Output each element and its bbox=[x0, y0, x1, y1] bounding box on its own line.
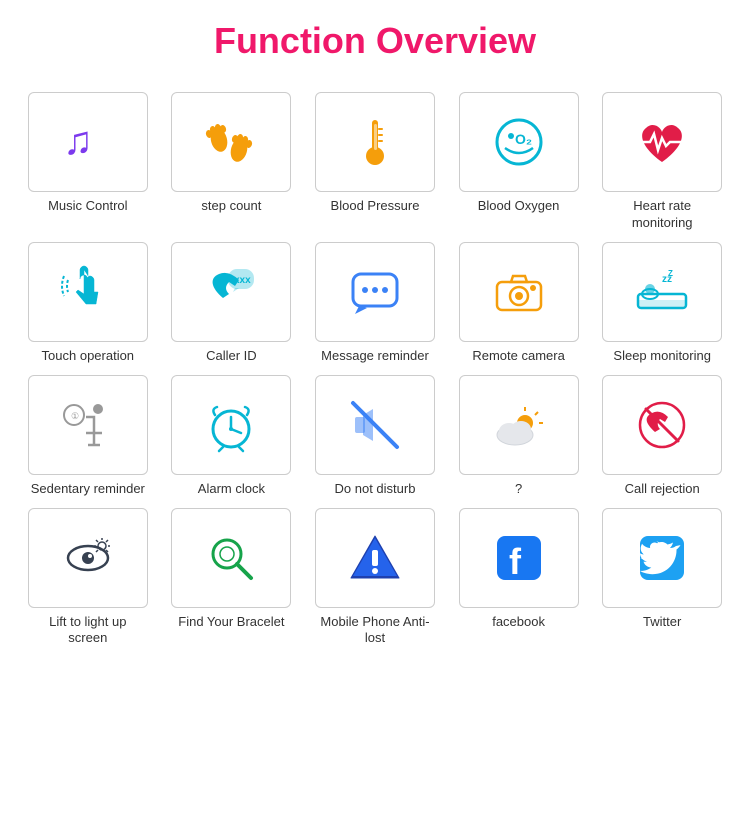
facebook-icon: f bbox=[489, 528, 549, 588]
icon-box-sleep-monitoring: zz Z bbox=[602, 242, 722, 342]
label-find-bracelet: Find Your Bracelet bbox=[178, 614, 284, 631]
icon-box-anti-lost bbox=[315, 508, 435, 608]
svg-text:Z: Z bbox=[668, 269, 673, 278]
cell-twitter: Twitter bbox=[594, 508, 730, 648]
cell-sedentary-reminder: ① Sedentary reminder bbox=[20, 375, 156, 498]
cell-weather: ? bbox=[451, 375, 587, 498]
cell-call-rejection: Call rejection bbox=[594, 375, 730, 498]
function-grid: ♫ Music Control step count bbox=[10, 92, 740, 647]
icon-box-twitter bbox=[602, 508, 722, 608]
label-blood-oxygen: Blood Oxygen bbox=[478, 198, 560, 215]
svg-text:♫: ♫ bbox=[63, 119, 93, 163]
label-call-rejection: Call rejection bbox=[625, 481, 700, 498]
cell-facebook: f facebook bbox=[451, 508, 587, 648]
label-twitter: Twitter bbox=[643, 614, 681, 631]
caller-id-icon: xxx bbox=[201, 262, 261, 322]
label-sleep-monitoring: Sleep monitoring bbox=[613, 348, 711, 365]
label-caller-id: Caller ID bbox=[206, 348, 257, 365]
cell-do-not-disturb: Do not disturb bbox=[307, 375, 443, 498]
touch-operation-icon bbox=[58, 262, 118, 322]
sleep-monitoring-icon: zz Z bbox=[632, 262, 692, 322]
icon-box-sedentary-reminder: ① bbox=[28, 375, 148, 475]
message-reminder-icon bbox=[345, 262, 405, 322]
icon-box-find-bracelet bbox=[171, 508, 291, 608]
icon-box-blood-oxygen: O₂ bbox=[459, 92, 579, 192]
icon-box-music-control: ♫ bbox=[28, 92, 148, 192]
cell-touch-operation: Touch operation bbox=[20, 242, 156, 365]
blood-pressure-icon bbox=[345, 112, 405, 172]
icon-box-do-not-disturb bbox=[315, 375, 435, 475]
heart-rate-icon bbox=[632, 112, 692, 172]
label-sedentary-reminder: Sedentary reminder bbox=[31, 481, 145, 498]
icon-box-facebook: f bbox=[459, 508, 579, 608]
icon-box-weather bbox=[459, 375, 579, 475]
label-message-reminder: Message reminder bbox=[321, 348, 429, 365]
svg-text:xxx: xxx bbox=[234, 275, 251, 286]
cell-caller-id: xxx Caller ID bbox=[164, 242, 300, 365]
label-weather: ? bbox=[515, 481, 522, 498]
icon-box-touch-operation bbox=[28, 242, 148, 342]
cell-step-count: step count bbox=[164, 92, 300, 232]
svg-text:f: f bbox=[509, 541, 522, 582]
label-alarm-clock: Alarm clock bbox=[198, 481, 265, 498]
label-heart-rate: Heart rate monitoring bbox=[605, 198, 720, 232]
do-not-disturb-icon bbox=[345, 395, 405, 455]
cell-message-reminder: Message reminder bbox=[307, 242, 443, 365]
sedentary-reminder-icon: ① bbox=[58, 395, 118, 455]
cell-sleep-monitoring: zz Z Sleep monitoring bbox=[594, 242, 730, 365]
cell-lift-screen: Lift to light up screen bbox=[20, 508, 156, 648]
find-bracelet-icon bbox=[201, 528, 261, 588]
icon-box-step-count bbox=[171, 92, 291, 192]
cell-alarm-clock: Alarm clock bbox=[164, 375, 300, 498]
cell-remote-camera: Remote camera bbox=[451, 242, 587, 365]
cell-anti-lost: Mobile Phone Anti-lost bbox=[307, 508, 443, 648]
cell-music-control: ♫ Music Control bbox=[20, 92, 156, 232]
twitter-icon bbox=[632, 528, 692, 588]
label-facebook: facebook bbox=[492, 614, 545, 631]
remote-camera-icon bbox=[489, 262, 549, 322]
cell-blood-pressure: Blood Pressure bbox=[307, 92, 443, 232]
weather-icon bbox=[489, 395, 549, 455]
icon-box-alarm-clock bbox=[171, 375, 291, 475]
label-touch-operation: Touch operation bbox=[42, 348, 135, 365]
icon-box-caller-id: xxx bbox=[171, 242, 291, 342]
music-control-icon: ♫ bbox=[58, 112, 118, 172]
icon-box-lift-screen bbox=[28, 508, 148, 608]
svg-text:O₂: O₂ bbox=[515, 131, 532, 147]
cell-blood-oxygen: O₂ Blood Oxygen bbox=[451, 92, 587, 232]
icon-box-call-rejection bbox=[602, 375, 722, 475]
call-rejection-icon bbox=[632, 395, 692, 455]
blood-oxygen-icon: O₂ bbox=[489, 112, 549, 172]
page-title: Function Overview bbox=[10, 20, 740, 62]
svg-text:①: ① bbox=[71, 411, 79, 421]
anti-lost-icon bbox=[345, 528, 405, 588]
label-lift-screen: Lift to light up screen bbox=[30, 614, 145, 648]
icon-box-message-reminder bbox=[315, 242, 435, 342]
icon-box-heart-rate bbox=[602, 92, 722, 192]
lift-screen-icon bbox=[58, 528, 118, 588]
icon-box-remote-camera bbox=[459, 242, 579, 342]
label-remote-camera: Remote camera bbox=[472, 348, 564, 365]
label-music-control: Music Control bbox=[48, 198, 127, 215]
alarm-clock-icon bbox=[201, 395, 261, 455]
label-do-not-disturb: Do not disturb bbox=[335, 481, 416, 498]
label-anti-lost: Mobile Phone Anti-lost bbox=[317, 614, 432, 648]
icon-box-blood-pressure bbox=[315, 92, 435, 192]
label-step-count: step count bbox=[201, 198, 261, 215]
cell-find-bracelet: Find Your Bracelet bbox=[164, 508, 300, 648]
step-count-icon bbox=[201, 112, 261, 172]
label-blood-pressure: Blood Pressure bbox=[331, 198, 420, 215]
cell-heart-rate: Heart rate monitoring bbox=[594, 92, 730, 232]
